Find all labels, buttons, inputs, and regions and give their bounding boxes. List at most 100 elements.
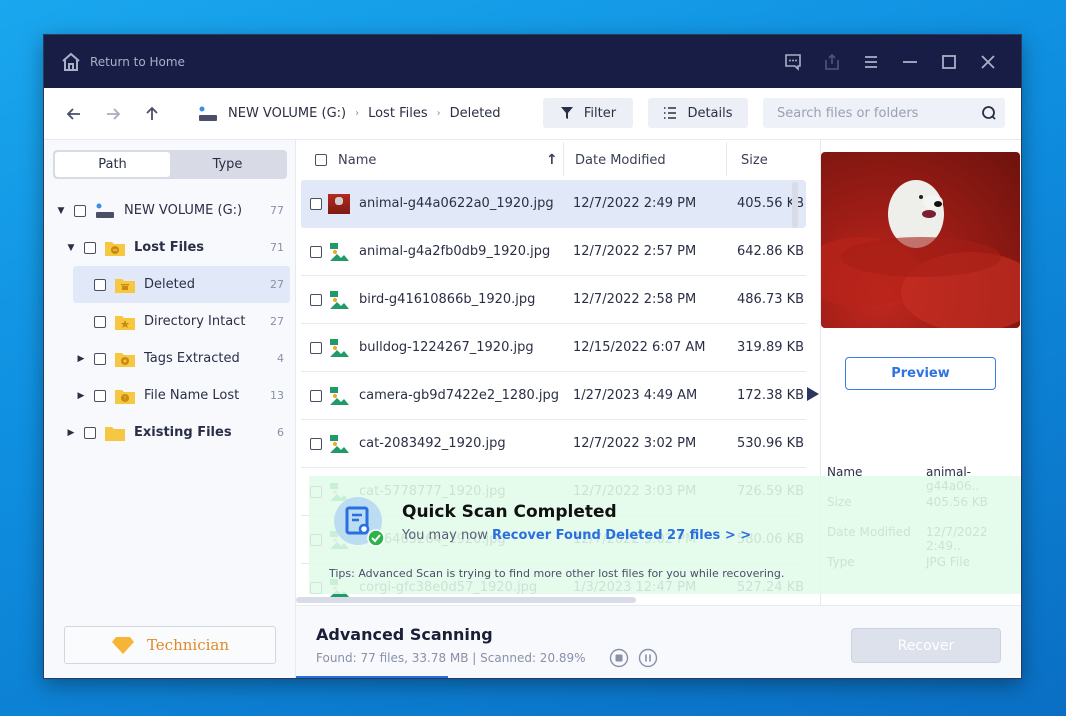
checkbox[interactable] bbox=[310, 197, 322, 210]
tab-type[interactable]: Type bbox=[170, 152, 285, 177]
file-row[interactable]: animal-g4a2fb0db9_1920.jpg 12/7/2022 2:57… bbox=[301, 228, 806, 276]
forward-button[interactable] bbox=[93, 99, 132, 129]
pause-icon[interactable] bbox=[638, 648, 658, 668]
file-row[interactable]: bulldog-1224267_1920.jpg 12/15/2022 6:07 … bbox=[301, 324, 806, 372]
column-name[interactable]: Name bbox=[338, 153, 376, 168]
tree-label: Existing Files bbox=[134, 425, 232, 440]
image-file-icon bbox=[330, 434, 349, 453]
image-file-icon bbox=[330, 290, 349, 309]
preview-button[interactable]: Preview bbox=[845, 357, 996, 390]
file-date: 12/7/2022 2:57 PM bbox=[573, 244, 697, 259]
file-size: 319.89 KB bbox=[737, 340, 805, 355]
tree-item-deleted[interactable]: Deleted 27 bbox=[73, 266, 290, 303]
file-date: 12/15/2022 6:07 AM bbox=[573, 340, 706, 355]
maximize-button[interactable] bbox=[929, 49, 968, 75]
column-date-modified[interactable]: Date Modified bbox=[575, 153, 666, 168]
checkbox[interactable] bbox=[310, 293, 322, 306]
tree-item-directory-intact[interactable]: Directory Intact 27 bbox=[44, 303, 296, 340]
checkbox[interactable] bbox=[310, 245, 322, 258]
menu-button[interactable] bbox=[851, 49, 890, 75]
checkbox[interactable] bbox=[84, 426, 96, 439]
checkbox[interactable] bbox=[310, 389, 322, 402]
chevron-right-icon: › bbox=[436, 108, 441, 119]
share-button[interactable] bbox=[812, 49, 851, 75]
vertical-scrollbar[interactable] bbox=[792, 182, 798, 228]
caret-down-icon[interactable]: ▼ bbox=[56, 206, 66, 216]
breadcrumb-item-lost-files[interactable]: Lost Files bbox=[368, 106, 428, 121]
arrow-right-icon bbox=[106, 107, 120, 120]
folder-star-icon bbox=[115, 315, 135, 330]
breadcrumb-item-drive[interactable]: NEW VOLUME (G:) bbox=[228, 106, 346, 121]
search-input[interactable] bbox=[763, 105, 963, 121]
file-row[interactable]: camera-gb9d7422e2_1280.jpg 1/27/2023 4:49… bbox=[301, 372, 806, 420]
chevron-right-icon: › bbox=[355, 108, 360, 119]
checkbox[interactable] bbox=[84, 241, 96, 254]
back-button[interactable] bbox=[54, 99, 93, 129]
checkbox[interactable] bbox=[94, 389, 106, 402]
breadcrumb-item-deleted[interactable]: Deleted bbox=[450, 106, 501, 121]
checkbox[interactable] bbox=[94, 278, 106, 291]
tree-count: 6 bbox=[277, 426, 284, 439]
folder-tag-icon bbox=[115, 352, 135, 367]
tree-count: 13 bbox=[270, 389, 284, 402]
file-row[interactable]: bird-g41610866b_1920.jpg 12/7/2022 2:58 P… bbox=[301, 276, 806, 324]
caret-down-icon[interactable]: ▼ bbox=[66, 243, 76, 253]
checkbox[interactable] bbox=[310, 341, 322, 354]
file-row[interactable]: animal-g44a0622a0_1920.jpg 12/7/2022 2:49… bbox=[301, 180, 806, 228]
file-date: 12/7/2022 2:58 PM bbox=[573, 292, 697, 307]
window-controls bbox=[773, 49, 1007, 75]
tree-item-existing-files[interactable]: ▶ Existing Files 6 bbox=[44, 414, 296, 451]
tree-item-file-name-lost[interactable]: ▶ ? File Name Lost 13 bbox=[44, 377, 296, 414]
checkbox[interactable] bbox=[94, 352, 106, 365]
tree-item-lost-files[interactable]: ▼ Lost Files 71 bbox=[44, 229, 296, 266]
app-window: Return to Home NEW VOLUME (G:) › Lost Fi… bbox=[43, 34, 1022, 679]
file-row[interactable]: cat-2083492_1920.jpg 12/7/2022 3:02 PM 530… bbox=[301, 420, 806, 468]
file-date: 12/7/2022 3:02 PM bbox=[573, 436, 697, 451]
column-divider[interactable] bbox=[726, 142, 727, 176]
details-label: Details bbox=[687, 105, 733, 121]
tab-path[interactable]: Path bbox=[55, 152, 170, 177]
file-name: camera-gb9d7422e2_1280.jpg bbox=[359, 388, 559, 403]
checkbox[interactable] bbox=[74, 204, 86, 217]
column-divider[interactable] bbox=[563, 142, 564, 176]
recover-deleted-link[interactable]: Recover Found Deleted 27 files > > bbox=[492, 528, 751, 543]
horizontal-scrollbar[interactable] bbox=[296, 597, 636, 603]
tree-label: Lost Files bbox=[134, 240, 205, 255]
file-size: 642.86 KB bbox=[737, 244, 805, 259]
stop-icon[interactable] bbox=[609, 648, 629, 668]
menu-icon bbox=[864, 56, 877, 68]
minimize-icon bbox=[902, 61, 917, 63]
select-all-checkbox[interactable] bbox=[315, 154, 327, 166]
minimize-button[interactable] bbox=[890, 49, 929, 75]
return-home-button[interactable]: Return to Home bbox=[61, 52, 185, 72]
collapse-panel-icon[interactable] bbox=[806, 386, 820, 402]
scan-progress-bar bbox=[296, 676, 448, 678]
caret-right-icon[interactable]: ▶ bbox=[66, 428, 76, 438]
file-name: animal-g4a2fb0db9_1920.jpg bbox=[359, 244, 551, 259]
recover-button[interactable]: Recover bbox=[851, 628, 1001, 663]
home-icon bbox=[62, 52, 80, 71]
tree-count: 27 bbox=[270, 278, 284, 291]
tree-item-tags-extracted[interactable]: ▶ Tags Extracted 4 bbox=[44, 340, 296, 377]
details-button[interactable]: Details bbox=[648, 98, 748, 128]
caret-right-icon[interactable]: ▶ bbox=[76, 354, 86, 364]
svg-text:?: ? bbox=[123, 395, 126, 402]
caret-right-icon[interactable]: ▶ bbox=[76, 391, 86, 401]
tree-item-new-volume[interactable]: ▼ NEW VOLUME (G:) 77 bbox=[44, 192, 296, 229]
tree-label: Directory Intact bbox=[144, 314, 246, 329]
checkbox[interactable] bbox=[94, 315, 106, 328]
file-size: 172.38 KB bbox=[737, 388, 805, 403]
filter-button[interactable]: Filter bbox=[543, 98, 633, 128]
file-size: 486.73 KB bbox=[737, 292, 805, 307]
sort-ascending-icon[interactable]: ↑ bbox=[546, 152, 558, 168]
search-icon[interactable] bbox=[981, 105, 997, 121]
tree-label: Deleted bbox=[144, 277, 195, 292]
column-size[interactable]: Size bbox=[741, 153, 768, 168]
checkbox[interactable] bbox=[310, 437, 322, 450]
close-button[interactable] bbox=[968, 49, 1007, 75]
tree-count: 27 bbox=[270, 315, 284, 328]
up-button[interactable] bbox=[132, 99, 171, 129]
feedback-button[interactable] bbox=[773, 49, 812, 75]
technician-button[interactable]: Technician bbox=[64, 626, 276, 664]
image-file-icon bbox=[330, 386, 349, 405]
